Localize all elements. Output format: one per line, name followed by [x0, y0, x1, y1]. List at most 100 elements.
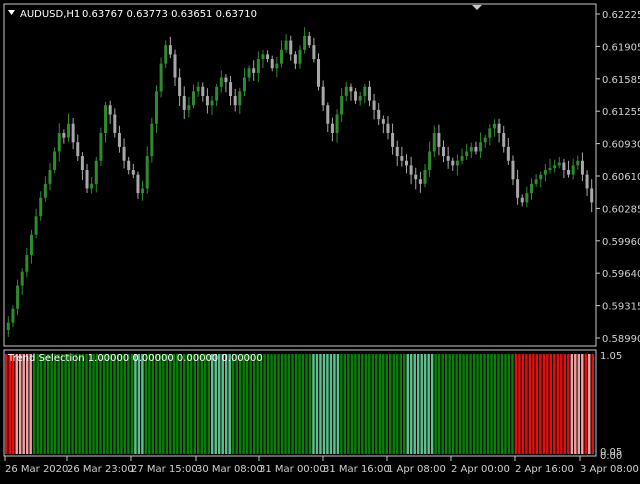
trend-bar — [277, 354, 280, 454]
candle-body — [104, 105, 108, 134]
candle-body — [446, 156, 450, 161]
candle-body — [90, 183, 94, 189]
candle-body — [469, 146, 473, 152]
trend-bar — [235, 354, 238, 454]
candle-body — [344, 86, 348, 97]
candle-body — [279, 49, 283, 64]
trend-bar — [5, 354, 8, 454]
candle-body — [224, 77, 228, 83]
candle-body — [553, 165, 557, 169]
trend-bar — [514, 354, 518, 454]
trend-bar — [74, 354, 78, 454]
candle-body — [307, 35, 311, 46]
trend-bar — [130, 354, 134, 454]
trend-bar — [361, 354, 364, 454]
trend-bar — [210, 354, 214, 454]
trend-bar — [444, 354, 448, 454]
trend-bar — [50, 354, 53, 454]
trend-bar — [249, 354, 252, 454]
time-tick-label: 3 Apr 08:00 — [580, 464, 639, 475]
candle-body — [238, 91, 242, 106]
trend-bar — [581, 354, 584, 454]
trend-bar — [29, 354, 32, 454]
trend-bar — [378, 354, 382, 454]
candle-body — [580, 160, 584, 175]
trend-bar — [245, 354, 249, 454]
candle-body — [154, 91, 158, 124]
candle-body — [210, 100, 214, 106]
trend-bar — [64, 354, 67, 454]
candle-body — [108, 105, 112, 115]
trend-bar — [305, 354, 308, 454]
trend-bar — [357, 354, 361, 454]
trend-bar — [67, 354, 71, 454]
trend-bar — [347, 354, 350, 454]
candle-body — [557, 162, 561, 166]
trend-bar — [162, 354, 165, 454]
trend-bar — [102, 354, 106, 454]
trend-bar — [95, 354, 99, 454]
candle-body — [159, 63, 163, 92]
candle-body — [442, 146, 446, 157]
candle-body — [511, 160, 515, 180]
trend-bar — [116, 354, 120, 454]
trading-chart-window: 0.62225 0.61905 0.61585 0.61255 0.60930 0.606… — [0, 0, 640, 480]
trend-bar — [350, 354, 354, 454]
candle-body — [173, 54, 177, 78]
time-tick-label: 2 Apr 16:00 — [515, 464, 574, 475]
candle-body — [423, 170, 427, 184]
trend-bar — [312, 354, 315, 454]
candle-body — [168, 45, 172, 55]
trend-bar — [560, 354, 563, 454]
candle-body — [404, 160, 408, 166]
trend-bar — [85, 354, 88, 454]
trend-bar — [203, 354, 207, 454]
trend-bar — [553, 354, 556, 454]
trend-bar — [294, 354, 298, 454]
candle-body — [76, 142, 80, 157]
candle-body — [465, 151, 469, 157]
trend-bar — [490, 354, 493, 454]
trend-bar — [155, 354, 158, 454]
trend-bar — [448, 354, 451, 454]
candle-body — [590, 188, 594, 203]
price-tick-label: 0.58990 — [602, 334, 640, 345]
candle-body — [539, 174, 543, 180]
candle-body — [48, 170, 52, 184]
candle-body — [178, 77, 182, 97]
candle-body — [298, 49, 302, 64]
trend-bar — [382, 354, 385, 454]
price-tick-label: 0.60930 — [602, 140, 640, 151]
candle-body — [94, 160, 98, 184]
candle-body — [543, 170, 547, 175]
candle-body — [67, 123, 71, 138]
candle-body — [567, 170, 571, 175]
trend-bar — [493, 354, 497, 454]
candle-body — [141, 188, 145, 194]
trend-bar — [224, 354, 228, 454]
trend-bar — [298, 354, 301, 454]
trend-bar — [228, 354, 231, 454]
trend-bar — [25, 354, 29, 454]
candle-body — [192, 91, 196, 106]
candle-body — [34, 216, 38, 235]
trend-bar — [319, 354, 322, 454]
trend-bar — [511, 354, 514, 454]
trend-bar — [423, 354, 427, 454]
chart-canvas[interactable]: 0.62225 0.61905 0.61585 0.61255 0.60930 0.606… — [0, 0, 640, 480]
candle-body — [127, 160, 131, 170]
candle-body — [187, 105, 191, 110]
candle-body — [131, 170, 135, 175]
trend-bar — [36, 354, 39, 454]
candle-body — [256, 59, 260, 73]
trend-bar — [389, 354, 392, 454]
candle-body — [529, 183, 533, 194]
trend-bar — [190, 354, 193, 454]
candle-body — [400, 156, 404, 161]
trend-bar — [120, 354, 123, 454]
trend-bar — [504, 354, 507, 454]
trend-bar — [528, 354, 532, 454]
trend-bar — [39, 354, 43, 454]
candle-body — [275, 63, 279, 69]
trend-bar — [455, 354, 458, 454]
